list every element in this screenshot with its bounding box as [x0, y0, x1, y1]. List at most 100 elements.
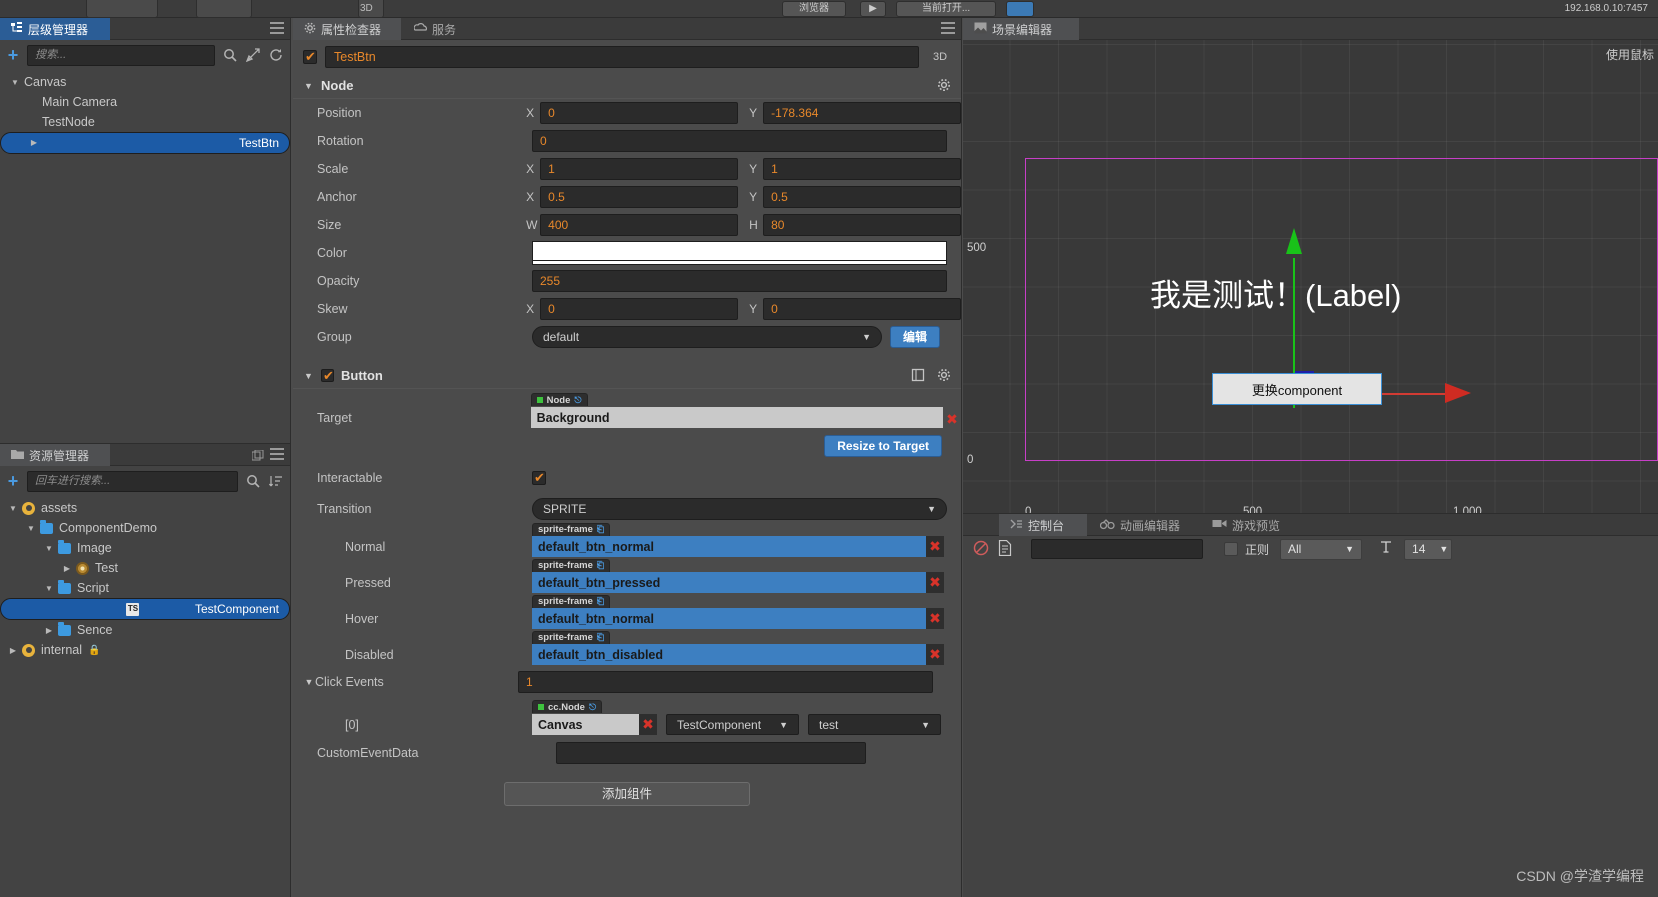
chevron-right-icon[interactable]: [29, 133, 39, 153]
click-events-count-input[interactable]: 1: [518, 671, 933, 693]
regex-checkbox[interactable]: [1224, 542, 1238, 556]
chevron-down-icon[interactable]: [8, 504, 18, 513]
hierarchy-menu-icon[interactable]: [270, 22, 284, 35]
clear-icon[interactable]: [973, 540, 991, 558]
asset-node-image[interactable]: Image: [0, 538, 290, 558]
clear-target-icon[interactable]: ✖: [943, 411, 961, 428]
anchor-y-input[interactable]: 0.5: [763, 186, 961, 208]
target-value[interactable]: Background: [530, 407, 943, 428]
clear-sprite-frame-icon[interactable]: ✖: [926, 608, 944, 629]
position-x-input[interactable]: 0: [540, 102, 739, 124]
hierarchy-node-main-camera[interactable]: Main Camera: [0, 92, 290, 112]
assets-search-input[interactable]: 回车进行搜索...: [27, 470, 238, 492]
file-icon[interactable]: [998, 539, 1014, 558]
current-open-dropdown[interactable]: 当前打开...: [896, 1, 996, 17]
chevron-down-icon[interactable]: [303, 81, 314, 91]
help-book-icon[interactable]: [911, 368, 925, 382]
sort-icon[interactable]: [268, 473, 284, 489]
refresh-preview-button[interactable]: [1006, 1, 1034, 17]
refresh-icon[interactable]: [268, 47, 284, 63]
browser-dropdown[interactable]: 浏览器: [782, 1, 846, 17]
click-event-node-field[interactable]: cc.Node ⎋ Canvas: [532, 696, 639, 735]
button-state-asset-field[interactable]: sprite-frame ⎗ default_btn_disabled: [532, 626, 926, 665]
size-h-input[interactable]: 80: [763, 214, 961, 236]
external-link-icon[interactable]: ⎋: [589, 702, 596, 713]
chevron-down-icon[interactable]: [26, 524, 36, 533]
tab-animation-editor[interactable]: 动画编辑器: [1089, 514, 1199, 536]
toolbar-segment-1[interactable]: [86, 0, 158, 18]
external-link-icon[interactable]: ⎋: [574, 395, 581, 406]
tab-console[interactable]: 控制台: [999, 514, 1087, 536]
scale-x-input[interactable]: 1: [540, 158, 739, 180]
button-state-asset-field[interactable]: sprite-frame ⎗ default_btn_normal: [532, 518, 926, 557]
external-link-icon[interactable]: ⎗: [597, 632, 604, 643]
asset-node-assets[interactable]: assets: [0, 498, 290, 518]
add-component-button[interactable]: 添加组件: [504, 782, 750, 806]
tab-property-inspector[interactable]: 属性检查器: [293, 18, 401, 40]
group-select[interactable]: default ▼: [532, 326, 882, 348]
inspector-menu-icon[interactable]: [941, 22, 955, 35]
hierarchy-search-input[interactable]: 搜索...: [27, 44, 215, 66]
console-filter-input[interactable]: [1031, 539, 1203, 559]
asset-node-sence[interactable]: Sence: [0, 620, 290, 640]
font-icon[interactable]: [1379, 540, 1395, 559]
chevron-down-icon[interactable]: [303, 371, 314, 381]
clear-sprite-frame-icon[interactable]: ✖: [926, 536, 944, 557]
assets-search-icon[interactable]: [245, 473, 261, 489]
toggle-3d-button[interactable]: 3D: [927, 46, 953, 68]
add-node-button[interactable]: +: [6, 46, 20, 64]
opacity-input[interactable]: 255: [532, 270, 947, 292]
rotation-input[interactable]: 0: [532, 130, 947, 152]
scale-y-input[interactable]: 1: [763, 158, 961, 180]
clear-sprite-frame-icon[interactable]: ✖: [926, 572, 944, 593]
chevron-right-icon[interactable]: [8, 646, 18, 655]
node-settings-gear-icon[interactable]: [937, 78, 951, 92]
button-state-asset-field[interactable]: sprite-frame ⎗ default_btn_pressed: [532, 554, 926, 593]
tab-services[interactable]: 服务: [403, 18, 477, 40]
external-link-icon[interactable]: ⎗: [597, 560, 604, 571]
scene-canvas[interactable]: 使用鼠标 500 0 0 500 1,000 我是测试！(Label) 更换co…: [963, 40, 1658, 513]
chevron-right-icon[interactable]: [44, 626, 54, 635]
size-w-input[interactable]: 400: [540, 214, 739, 236]
gizmo-y-arrow[interactable]: [1286, 228, 1302, 254]
tab-game-preview[interactable]: 游戏预览: [1201, 514, 1297, 536]
asset-node-test[interactable]: Test: [0, 558, 290, 578]
button-section-header[interactable]: Button: [293, 363, 961, 389]
tab-scene-editor[interactable]: 场景编辑器: [963, 18, 1079, 40]
toolbar-segment-2[interactable]: [196, 0, 252, 18]
chevron-down-icon[interactable]: [303, 677, 315, 687]
chevron-right-icon[interactable]: [62, 564, 72, 573]
button-enabled-checkbox[interactable]: [321, 368, 334, 384]
chevron-down-icon[interactable]: [44, 544, 54, 553]
node-section-header[interactable]: Node: [293, 73, 961, 99]
clear-click-event-node-icon[interactable]: ✖: [639, 714, 657, 735]
font-size-select[interactable]: 14 ▼: [1404, 538, 1453, 560]
click-event-component-select[interactable]: TestComponent ▼: [666, 714, 799, 735]
locate-icon[interactable]: [245, 47, 261, 63]
gizmo-x-arrow[interactable]: [1445, 383, 1471, 403]
click-event-handler-select[interactable]: test ▼: [808, 714, 941, 735]
target-asset-field[interactable]: Node ⎋ Background: [530, 389, 943, 428]
color-swatch[interactable]: [532, 241, 947, 265]
external-link-icon[interactable]: ⎗: [597, 524, 604, 535]
resize-to-target-button[interactable]: Resize to Target: [824, 435, 942, 457]
assets-menu-icon[interactable]: [270, 448, 284, 461]
skew-y-input[interactable]: 0: [763, 298, 961, 320]
play-button[interactable]: ▶: [860, 1, 886, 17]
chevron-down-icon[interactable]: [44, 584, 54, 593]
popout-icon[interactable]: [251, 449, 264, 461]
interactable-checkbox[interactable]: [532, 470, 546, 486]
clear-sprite-frame-icon[interactable]: ✖: [926, 644, 944, 665]
node-enabled-checkbox[interactable]: [303, 49, 317, 65]
click-event-node-value[interactable]: Canvas: [532, 714, 639, 735]
asset-node-testcomponent[interactable]: TS TestComponent: [0, 598, 290, 620]
search-icon[interactable]: [222, 47, 238, 63]
transition-select[interactable]: SPRITE ▼: [532, 498, 947, 520]
tab-assets[interactable]: 资源管理器: [0, 444, 110, 466]
button-settings-gear-icon[interactable]: [937, 368, 951, 382]
tab-hierarchy[interactable]: 层级管理器: [0, 18, 110, 40]
skew-x-input[interactable]: 0: [540, 298, 739, 320]
asset-node-componentdemo[interactable]: ComponentDemo: [0, 518, 290, 538]
group-edit-button[interactable]: 编辑: [890, 326, 941, 348]
node-name-input[interactable]: TestBtn: [325, 46, 919, 68]
